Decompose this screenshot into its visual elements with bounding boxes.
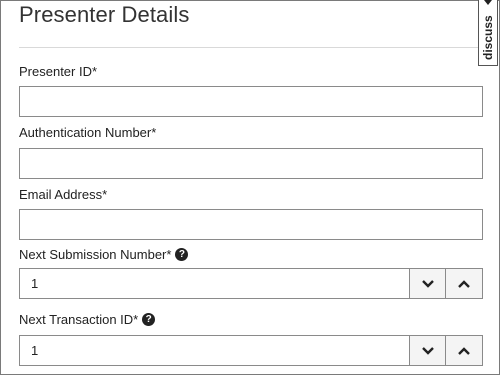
next-transaction-value[interactable]: 1 <box>31 336 38 365</box>
title-divider <box>19 47 483 48</box>
email-input[interactable] <box>19 209 483 240</box>
next-submission-stepper: 1 <box>19 268 483 299</box>
form-panel: Presenter Details Presenter ID* Authenti… <box>0 0 500 375</box>
question-circle-icon[interactable]: ? <box>142 313 156 326</box>
next-submission-value[interactable]: 1 <box>31 269 38 298</box>
auth-number-label: Authentication Number* <box>19 125 156 140</box>
next-submission-label-text: Next Submission Number* <box>19 247 172 262</box>
discuss-tab-label: discuss <box>481 15 495 60</box>
email-label: Email Address* <box>19 187 107 202</box>
chevron-up-icon <box>458 279 470 288</box>
next-submission-decrement-button[interactable] <box>409 269 446 298</box>
page-title: Presenter Details <box>19 2 190 27</box>
question-circle-icon[interactable]: ? <box>175 248 189 261</box>
chevron-up-icon <box>458 346 470 355</box>
chevron-down-icon <box>422 346 434 355</box>
auth-number-input[interactable] <box>19 148 483 179</box>
next-submission-label: Next Submission Number* ? <box>19 247 189 262</box>
next-transaction-decrement-button[interactable] <box>409 336 446 365</box>
auth-number-label-text: Authentication Number* <box>19 125 157 140</box>
presenter-id-label: Presenter ID* <box>19 64 97 79</box>
next-transaction-stepper: 1 <box>19 335 483 366</box>
discuss-tab[interactable]: discuss <box>478 0 498 66</box>
next-transaction-label-text: Next Transaction ID* <box>19 312 139 327</box>
caret-down-icon <box>484 0 492 5</box>
presenter-id-label-text: Presenter ID* <box>19 64 98 79</box>
email-label-text: Email Address* <box>19 187 108 202</box>
next-transaction-label: Next Transaction ID* ? <box>19 312 156 327</box>
presenter-id-input[interactable] <box>19 86 483 117</box>
chevron-down-icon <box>422 279 434 288</box>
next-transaction-increment-button[interactable] <box>445 336 482 365</box>
next-submission-increment-button[interactable] <box>445 269 482 298</box>
